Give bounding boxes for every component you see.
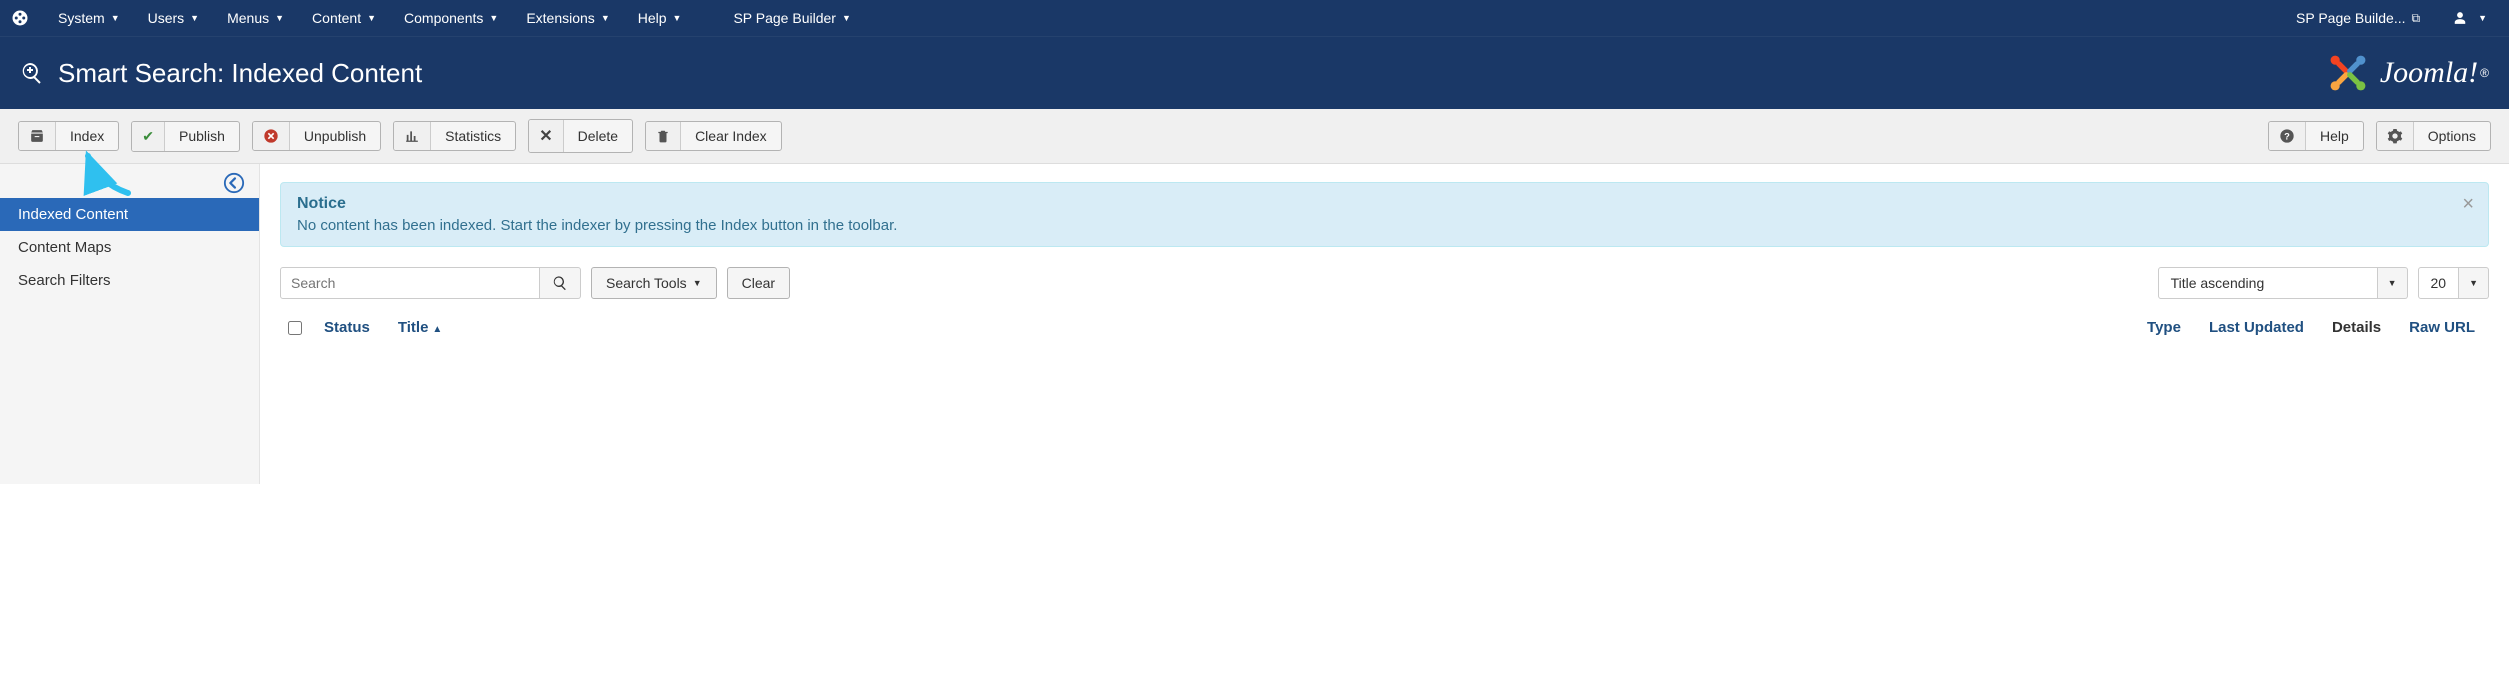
- toolbar-label: Options: [2414, 122, 2490, 150]
- nav-extensions[interactable]: Extensions▼: [512, 0, 623, 36]
- chevron-down-icon: ▼: [601, 13, 610, 23]
- chevron-down-icon: ▼: [367, 13, 376, 23]
- table-header-row: Status Title▲ Type Last Updated Details …: [280, 313, 2489, 342]
- joomla-logo: Joomla!®: [2326, 51, 2489, 95]
- nav-system[interactable]: System▼: [44, 0, 134, 36]
- toolbar-label: Publish: [165, 122, 239, 151]
- nav-menus[interactable]: Menus▼: [213, 0, 298, 36]
- col-type[interactable]: Type: [2133, 319, 2195, 336]
- nav-components[interactable]: Components▼: [390, 0, 512, 36]
- x-icon: ✕: [529, 120, 563, 152]
- action-toolbar: Index ✔ Publish Unpublish Statistics ✕ D…: [0, 109, 2509, 164]
- order-selected-value: Title ascending: [2158, 267, 2378, 299]
- toolbar-label: Index: [56, 122, 118, 150]
- search-tools-button[interactable]: Search Tools ▼: [591, 267, 717, 299]
- sidebar-collapse-icon[interactable]: [223, 172, 245, 194]
- chevron-down-icon: ▼: [2459, 267, 2489, 299]
- nav-help[interactable]: Help▼: [624, 0, 696, 36]
- filter-bar: Search Tools ▼ Clear Title ascending ▼ 2…: [280, 267, 2489, 299]
- notice-alert: × Notice No content has been indexed. St…: [280, 182, 2489, 247]
- notice-heading: Notice: [297, 195, 2472, 213]
- sidebar-item-indexed-content[interactable]: Indexed Content: [0, 198, 259, 231]
- chevron-down-icon: ▼: [111, 13, 120, 23]
- joomla-icon[interactable]: [8, 6, 32, 30]
- delete-button[interactable]: ✕ Delete: [528, 119, 633, 153]
- chevron-down-icon: ▼: [275, 13, 284, 23]
- nav-sp-page-builder[interactable]: SP Page Builder▼: [719, 0, 864, 36]
- chevron-down-icon: ▼: [693, 278, 702, 288]
- gear-icon: [2377, 122, 2414, 150]
- archive-icon: [19, 122, 56, 150]
- select-all-checkbox[interactable]: [280, 321, 310, 335]
- clear-index-button[interactable]: Clear Index: [645, 121, 782, 151]
- limit-selected-value: 20: [2418, 267, 2460, 299]
- sidebar: Indexed Content Content Maps Search Filt…: [0, 164, 260, 484]
- col-title[interactable]: Title▲: [384, 319, 456, 336]
- zoom-in-icon: [20, 61, 44, 85]
- clear-button[interactable]: Clear: [727, 267, 790, 299]
- chevron-down-icon: ▼: [2478, 13, 2487, 23]
- help-button[interactable]: ? Help: [2268, 121, 2364, 151]
- chevron-down-icon: ▼: [673, 13, 682, 23]
- order-select[interactable]: Title ascending ▼: [2158, 267, 2408, 299]
- question-icon: ?: [2269, 122, 2306, 150]
- brand-text: Joomla!: [2380, 56, 2478, 90]
- nav-user-menu[interactable]: ▼: [2434, 0, 2501, 36]
- sidebar-item-content-maps[interactable]: Content Maps: [0, 231, 259, 264]
- nav-users[interactable]: Users▼: [134, 0, 213, 36]
- publish-button[interactable]: ✔ Publish: [131, 121, 240, 152]
- page-header: Smart Search: Indexed Content Joomla!®: [0, 36, 2509, 109]
- bar-chart-icon: [394, 122, 431, 150]
- clear-label: Clear: [742, 275, 775, 291]
- col-details: Details: [2318, 319, 2395, 336]
- toolbar-label: Help: [2306, 122, 2363, 150]
- search-submit-button[interactable]: [540, 267, 581, 299]
- unpublish-icon: [253, 122, 290, 150]
- col-last-updated[interactable]: Last Updated: [2195, 319, 2318, 336]
- content-area: × Notice No content has been indexed. St…: [260, 164, 2509, 484]
- options-button[interactable]: Options: [2376, 121, 2491, 151]
- chevron-down-icon: ▼: [190, 13, 199, 23]
- search-icon: [552, 275, 568, 291]
- toolbar-label: Delete: [564, 120, 632, 152]
- svg-text:?: ?: [2284, 131, 2290, 141]
- col-status[interactable]: Status: [310, 319, 384, 336]
- statistics-button[interactable]: Statistics: [393, 121, 516, 151]
- sort-asc-icon: ▲: [432, 324, 442, 335]
- page-title: Smart Search: Indexed Content: [58, 58, 422, 89]
- toolbar-label: Statistics: [431, 122, 515, 150]
- trademark-symbol: ®: [2480, 66, 2489, 80]
- index-button[interactable]: Index: [18, 121, 119, 151]
- chevron-down-icon: ▼: [842, 13, 851, 23]
- toolbar-label: Clear Index: [681, 122, 781, 150]
- close-icon[interactable]: ×: [2462, 193, 2474, 216]
- sidebar-item-search-filters[interactable]: Search Filters: [0, 264, 259, 297]
- search-input[interactable]: [280, 267, 540, 299]
- external-link-icon: ⧉: [2412, 11, 2421, 26]
- limit-select[interactable]: 20 ▼: [2418, 267, 2490, 299]
- notice-body: No content has been indexed. Start the i…: [297, 217, 2472, 234]
- search-box: [280, 267, 581, 299]
- nav-frontend-link[interactable]: SP Page Builde...⧉: [2282, 0, 2434, 36]
- trash-icon: [646, 122, 681, 150]
- main-area: Indexed Content Content Maps Search Filt…: [0, 164, 2509, 484]
- col-raw-url[interactable]: Raw URL: [2395, 319, 2489, 336]
- toolbar-label: Unpublish: [290, 122, 380, 150]
- nav-content[interactable]: Content▼: [298, 0, 390, 36]
- admin-top-nav: System▼ Users▼ Menus▼ Content▼ Component…: [0, 0, 2509, 36]
- check-icon: ✔: [132, 122, 165, 151]
- unpublish-button[interactable]: Unpublish: [252, 121, 381, 151]
- search-tools-label: Search Tools: [606, 275, 687, 291]
- chevron-down-icon: ▼: [2378, 267, 2408, 299]
- chevron-down-icon: ▼: [489, 13, 498, 23]
- user-icon: [2448, 11, 2472, 25]
